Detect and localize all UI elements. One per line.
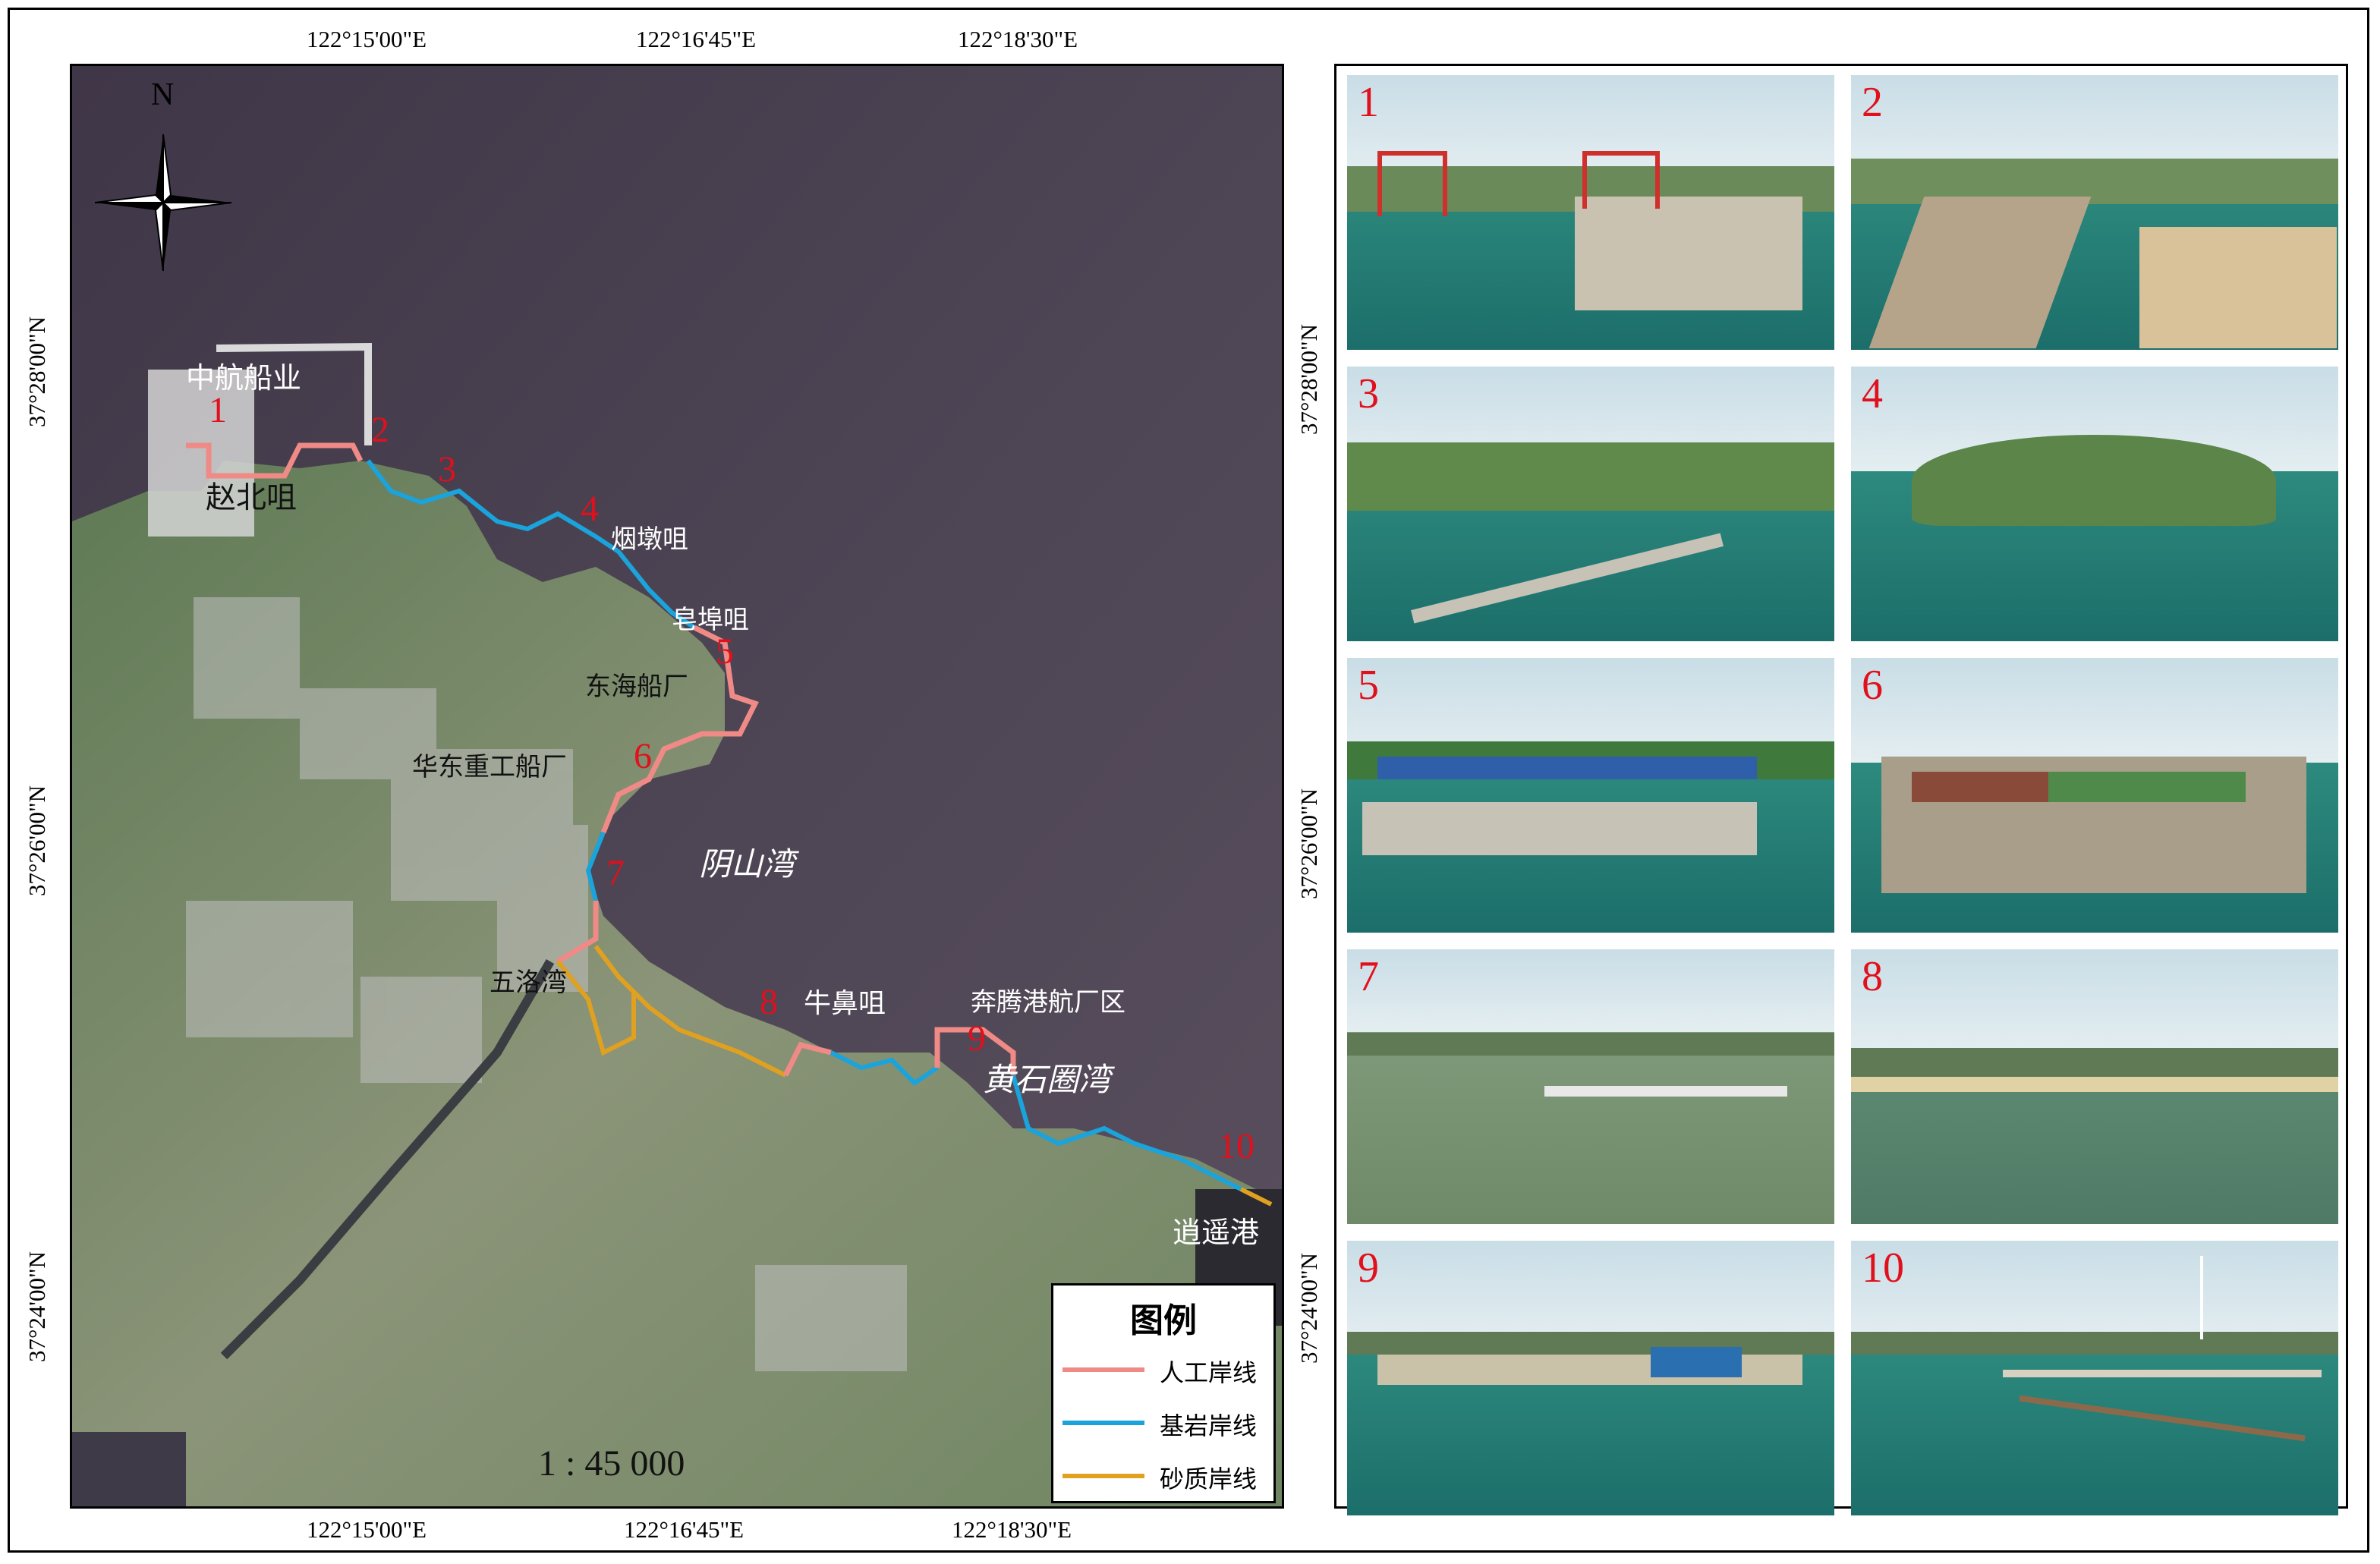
legend-line-sandy (1062, 1474, 1144, 1478)
map-number-2: 2 (371, 410, 389, 450)
legend-line-artificial (1062, 1367, 1144, 1372)
legend-item-artificial: 人工岸线 (1062, 1351, 1270, 1387)
map-number-4: 4 (581, 489, 599, 529)
map-number-8: 8 (760, 982, 778, 1022)
map-number-5: 5 (716, 631, 734, 672)
legend-item-sandy: 砂质岸线 (1062, 1457, 1270, 1493)
lat-label-right-2: 37°26'00"N (1295, 788, 1322, 899)
photo-number-3: 3 (1358, 370, 1379, 417)
photo-number-9: 9 (1358, 1245, 1379, 1292)
map-number-3: 3 (438, 449, 456, 489)
label-zhonghang: 中航船业 (186, 361, 302, 395)
map-legend: 图例 人工岸线 基岩岸线 砂质岸线 (1051, 1283, 1276, 1503)
lon-label-top-3: 122°18'30"E (958, 26, 1078, 52)
map-number-10: 10 (1218, 1126, 1255, 1166)
label-huangshiquan: 黄石圈湾 (983, 1061, 1111, 1098)
photo-7: 7 (1347, 949, 1834, 1224)
photo-9: 9 (1347, 1241, 1834, 1515)
legend-line-bedrock (1062, 1421, 1144, 1425)
label-huangbuzui: 皂埠咀 (672, 605, 749, 635)
map-number-9: 9 (968, 1018, 986, 1059)
photo-6: 6 (1851, 658, 2338, 933)
scale-bar-label: 1 : 45 000 (538, 1443, 685, 1484)
lat-label-right-3: 37°24'00"N (1295, 1252, 1322, 1364)
lon-label-top-2: 122°16'45"E (636, 26, 757, 52)
photo-8: 8 (1851, 949, 2338, 1224)
lon-label-bottom-2: 122°16'45"E (624, 1516, 745, 1543)
photo-number-5: 5 (1358, 662, 1379, 709)
lat-label-left-3: 37°24'00"N (24, 1251, 50, 1362)
lake (72, 1432, 186, 1506)
photo-number-2: 2 (1862, 79, 1883, 126)
label-wulei: 五洛湾 (490, 968, 567, 998)
label-yandunzui: 烟墩咀 (611, 524, 688, 555)
photo-4: 4 (1851, 367, 2338, 641)
photo-10: 10 (1851, 1241, 2338, 1515)
lon-label-bottom-1: 122°15'00"E (307, 1516, 427, 1543)
legend-label-bedrock: 基岩岸线 (1160, 1411, 1258, 1440)
label-xiaoyao: 逍遥港 (1173, 1216, 1260, 1249)
lon-label-bottom-3: 122°18'30"E (952, 1516, 1072, 1543)
photo-1: 1 (1347, 75, 1834, 350)
label-zhaobeizui: 赵北咀 (206, 480, 297, 515)
photo-number-10: 10 (1862, 1245, 1904, 1292)
label-benteng: 奔腾港航厂区 (971, 987, 1125, 1018)
photo-panel: 1 2 3 4 5 6 7 8 9 10 (1334, 64, 2348, 1515)
lon-label-top-1: 122°15'00"E (307, 26, 427, 52)
photo-number-4: 4 (1862, 370, 1883, 417)
photo-2: 2 (1851, 75, 2338, 350)
legend-title: 图例 (1130, 1301, 1197, 1340)
map-number-1: 1 (209, 390, 227, 430)
lat-label-left-1: 37°28'00"N (24, 316, 50, 427)
photo-5: 5 (1347, 658, 1834, 933)
label-niubizui: 牛鼻咀 (804, 988, 886, 1019)
map-number-6: 6 (634, 736, 652, 776)
map-number-7: 7 (606, 853, 625, 893)
photo-number-7: 7 (1358, 953, 1379, 1000)
legend-label-artificial: 人工岸线 (1160, 1358, 1258, 1387)
legend-item-bedrock: 基岩岸线 (1062, 1404, 1270, 1440)
photo-number-1: 1 (1358, 79, 1379, 126)
legend-label-sandy: 砂质岸线 (1160, 1465, 1258, 1493)
label-donghai: 东海船厂 (585, 672, 688, 702)
lat-label-left-2: 37°26'00"N (24, 785, 50, 896)
photo-number-8: 8 (1862, 953, 1883, 1000)
lat-label-right-1: 37°28'00"N (1295, 323, 1322, 435)
satellite-map: N 中航船业 赵北咀 烟墩咀 皂埠咀 东海船厂 华东重工船厂 阴山湾 五洛湾 牛… (70, 64, 1284, 1509)
north-label: N (151, 77, 175, 112)
photo-number-6: 6 (1862, 662, 1883, 709)
photo-3: 3 (1347, 367, 1834, 641)
label-yinshanwan: 阴山湾 (699, 845, 795, 883)
label-huadong: 华东重工船厂 (412, 752, 567, 782)
